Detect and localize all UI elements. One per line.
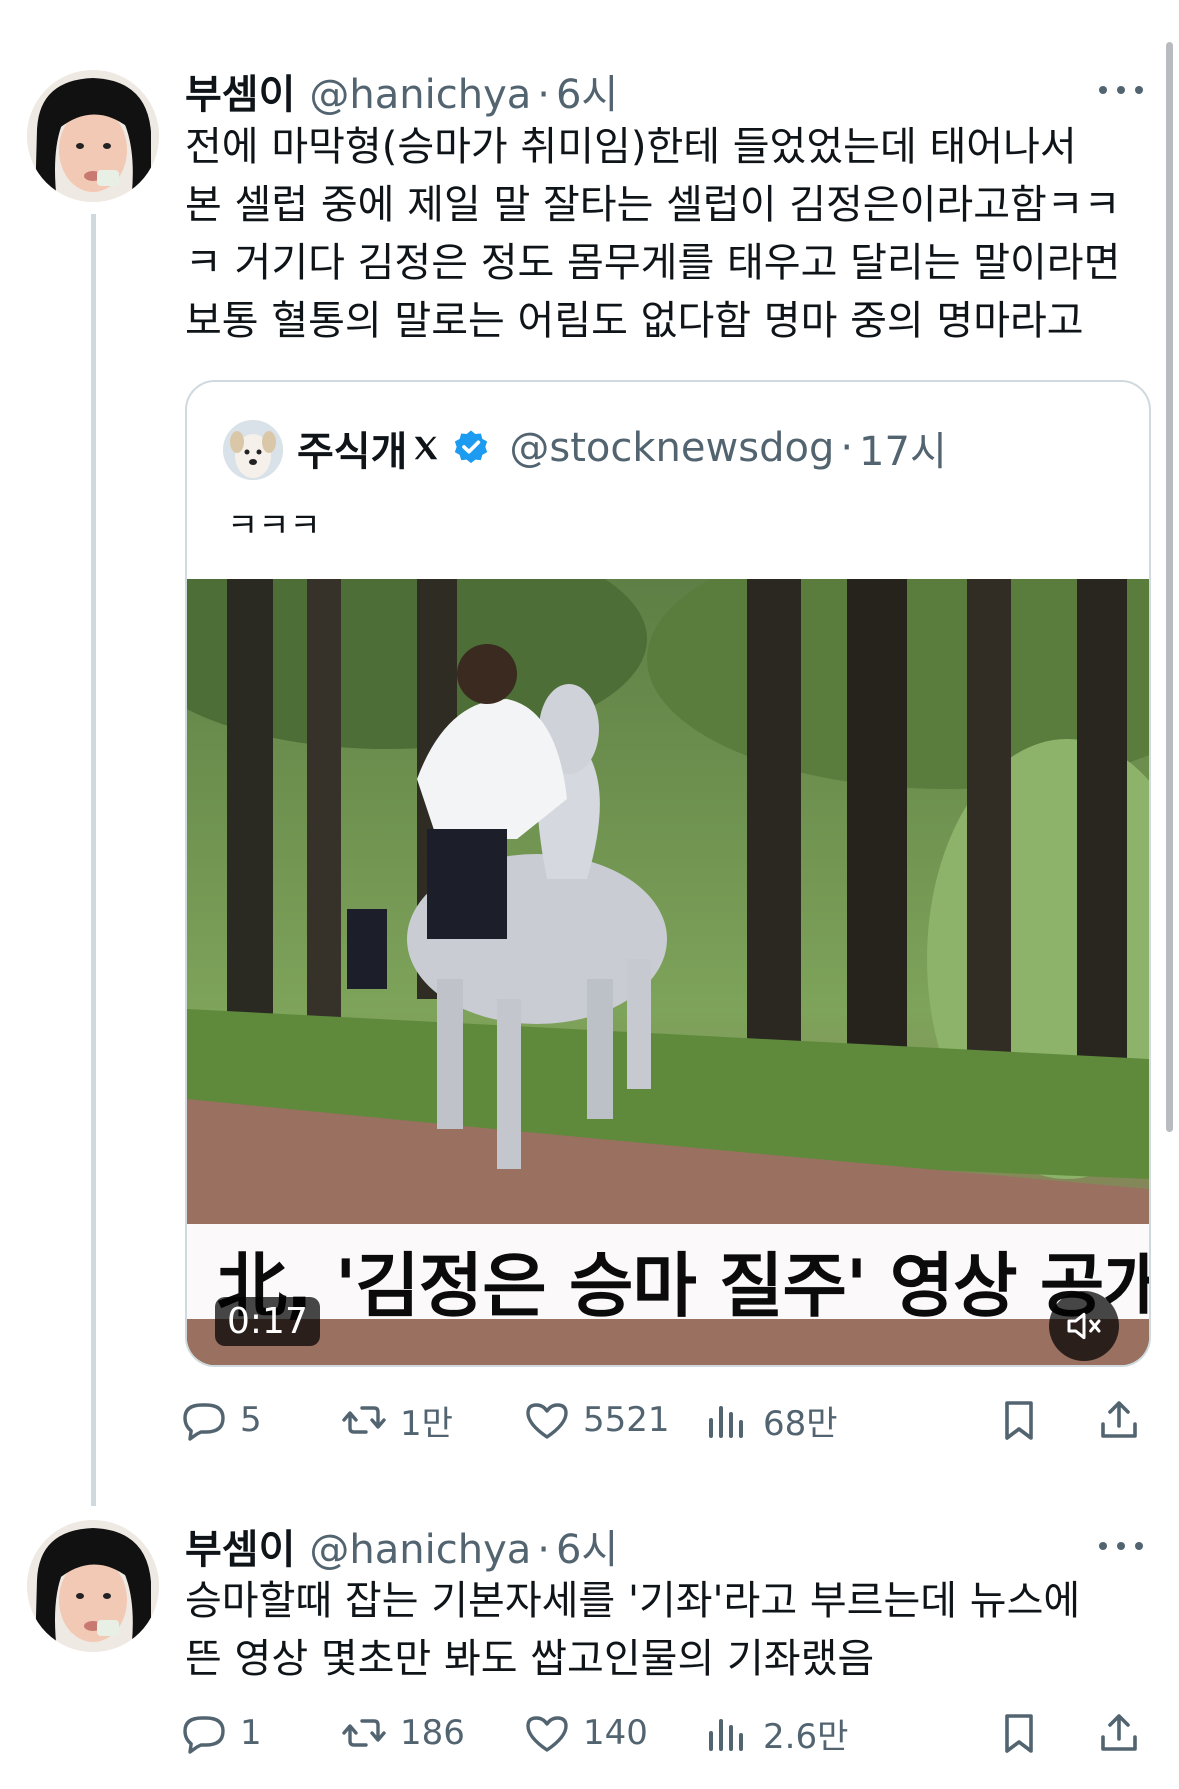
bookmark-icon [1005, 1714, 1033, 1753]
more-icon[interactable] [1099, 83, 1143, 97]
quoted-text: ㅋㅋㅋ [227, 506, 321, 546]
video-caption: 北, '김정은 승마 질주' 영상 공개 [187, 1224, 1149, 1327]
video-caption-text: 北, '김정은 승마 질주' 영상 공개 [217, 1245, 1149, 1327]
avatar[interactable] [27, 70, 159, 202]
reply-count: 1 [240, 1713, 262, 1753]
retweet-count: 1만 [400, 1403, 453, 1444]
tweet[interactable]: 부셈이 @hanichya · 6시 전에 마막형(승마가 취미임)한테 들었었… [0, 0, 1179, 1506]
tweet-text: 승마할때 잡는 기본자세를 '기좌'라고 부르는데 뉴스에 뜬 영상 몇초만 봐… [185, 1578, 1081, 1682]
timestamp[interactable]: 6시 [556, 1517, 618, 1575]
quoted-author-handle[interactable]: @stocknewsdog [509, 425, 834, 471]
reply-count: 5 [240, 1400, 262, 1440]
thread-line [91, 214, 96, 1506]
quoted-avatar[interactable] [223, 420, 283, 480]
verified-badge-icon [455, 430, 488, 464]
mute-icon [1067, 1312, 1101, 1340]
like-count: 5521 [583, 1400, 670, 1440]
like-count: 140 [583, 1713, 648, 1753]
share-button[interactable] [1095, 1703, 1143, 1763]
like-button[interactable]: 140 [523, 1703, 648, 1763]
bookmark-button[interactable] [995, 1390, 1043, 1450]
author-name[interactable]: 부셈이 [185, 62, 295, 120]
action-bar: 5 1만 5521 68만 [183, 1390, 1155, 1450]
tweet-header: 부셈이 @hanichya · 6시 [185, 62, 618, 118]
views-count: 2.6만 [763, 1716, 849, 1757]
timestamp[interactable]: 6시 [556, 62, 618, 120]
views-icon [709, 1406, 743, 1438]
separator-dot: · [840, 425, 854, 471]
video-player[interactable]: 北, '김정은 승마 질주' 영상 공개 0:17 [187, 579, 1149, 1365]
video-duration: 0:17 [215, 1297, 320, 1346]
quoted-timestamp[interactable]: 17시 [859, 419, 947, 477]
views-button[interactable]: 2.6만 [703, 1703, 848, 1763]
avatar[interactable] [27, 1520, 159, 1652]
bookmark-button[interactable] [995, 1703, 1043, 1763]
separator-dot: · [537, 1527, 550, 1573]
retweet-icon [342, 1719, 386, 1747]
share-icon [1101, 1714, 1137, 1751]
heart-icon [526, 1716, 568, 1752]
retweet-button[interactable]: 1만 [340, 1390, 453, 1450]
tweet[interactable]: 부셈이 @hanichya · 6시 승마할때 잡는 기본자세를 '기좌'라고 … [0, 1500, 1179, 1789]
reply-icon [183, 1716, 225, 1754]
views-icon [709, 1719, 743, 1751]
retweet-count: 186 [400, 1713, 465, 1753]
views-button[interactable]: 68만 [703, 1390, 838, 1450]
author-handle[interactable]: @hanichya [309, 72, 531, 118]
action-bar: 1 186 140 2.6만 [183, 1703, 1155, 1763]
like-button[interactable]: 5521 [523, 1390, 670, 1450]
reply-icon [183, 1403, 225, 1441]
quoted-author-name[interactable]: 주식개 [297, 419, 407, 477]
reply-button[interactable]: 1 [180, 1703, 262, 1763]
share-icon [1101, 1401, 1137, 1438]
quoted-tweet[interactable]: 주식개 @stocknewsdog · 17시 ㅋㅋㅋ 北, '김정은 승마 질… [185, 380, 1151, 1367]
more-icon[interactable] [1099, 1539, 1143, 1553]
share-button[interactable] [1095, 1390, 1143, 1450]
mute-button[interactable] [1049, 1291, 1119, 1361]
bookmark-icon [1005, 1401, 1033, 1440]
author-name[interactable]: 부셈이 [185, 1517, 295, 1575]
tweet-text: 전에 마막형(승마가 취미임)한테 들었었는데 태어나서 본 셀럽 중에 제일 … [185, 124, 1121, 344]
retweet-button[interactable]: 186 [340, 1703, 465, 1763]
tweet-header: 부셈이 @hanichya · 6시 [185, 1517, 618, 1573]
quoted-header: 주식개 @stocknewsdog · 17시 [297, 418, 947, 478]
retweet-icon [342, 1406, 386, 1434]
author-handle[interactable]: @hanichya [309, 1527, 531, 1573]
separator-dot: · [537, 72, 550, 118]
reply-button[interactable]: 5 [180, 1390, 262, 1450]
x-logo-icon [415, 436, 438, 460]
heart-icon [526, 1403, 568, 1439]
views-count: 68만 [763, 1403, 838, 1444]
